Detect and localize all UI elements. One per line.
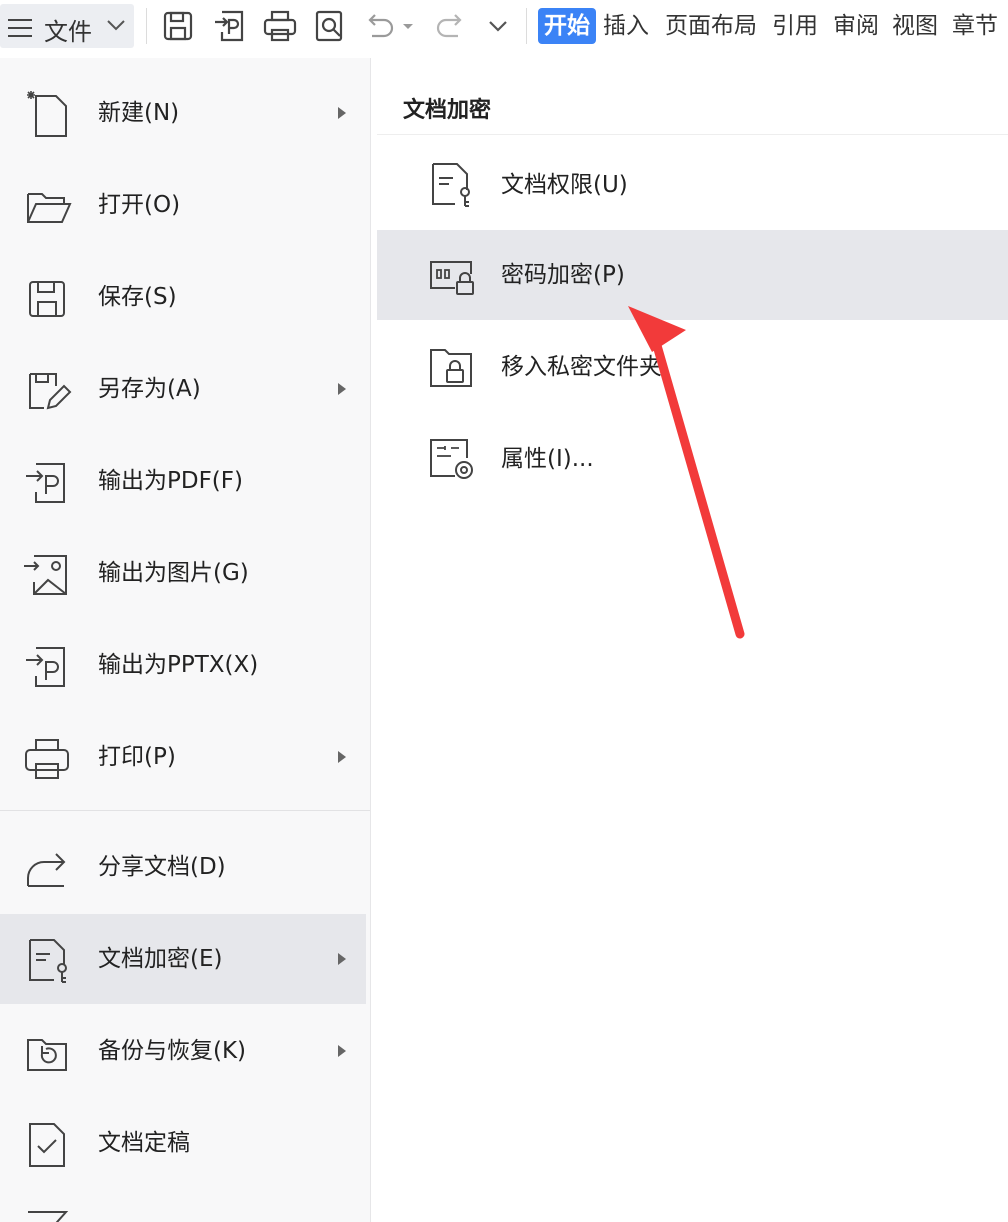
menu-item-label: 输出为图片(G) xyxy=(98,560,249,586)
menu-item-label: 输出为PDF(F) xyxy=(98,468,243,494)
tab-references[interactable]: 引用 xyxy=(772,8,818,44)
menu-item-label: 文档加密(E) xyxy=(98,946,223,972)
menu-item-new[interactable]: 新建(N) xyxy=(0,68,366,158)
tab-home[interactable]: 开始 xyxy=(538,8,596,44)
save-icon xyxy=(22,274,72,324)
file-menu-panel: 新建(N) 打开(O) 保存(S) 另存为(A) 输出为PDF(F) 输出为图片… xyxy=(0,58,371,1222)
submenu-arrow-icon xyxy=(338,1045,346,1057)
chevron-down-icon xyxy=(107,20,125,31)
export-pdf-icon[interactable] xyxy=(212,8,248,44)
submenu-divider xyxy=(377,134,1008,135)
export-pdf-icon xyxy=(22,458,72,508)
file-menu-label: 文件 xyxy=(44,18,92,46)
menu-item-label: 新建(N) xyxy=(98,100,180,126)
submenu-title: 文档加密 xyxy=(403,98,492,123)
menu-item-export-pdf[interactable]: 输出为PDF(F) xyxy=(0,436,366,526)
more-dropdown-icon[interactable] xyxy=(484,8,512,44)
backup-restore-icon xyxy=(22,1028,72,1078)
tab-insert[interactable]: 插入 xyxy=(603,8,649,44)
submenu-arrow-icon xyxy=(338,383,346,395)
submenu-item-document-permission[interactable]: 文档权限(U) xyxy=(377,140,1008,230)
undo-dropdown-icon[interactable] xyxy=(398,8,418,44)
annotation-arrow-icon xyxy=(628,306,745,639)
submenu-arrow-icon xyxy=(338,107,346,119)
private-folder-icon xyxy=(427,342,477,392)
tab-view[interactable]: 视图 xyxy=(892,8,938,44)
menu-item-label: 打印(P) xyxy=(98,744,176,770)
print-preview-icon[interactable] xyxy=(312,8,348,44)
menu-item-label: 分享文档(D) xyxy=(98,854,226,880)
quick-access-toolbar: 文件 开始 插入 页面布局 引用 审阅 视图 章节 xyxy=(0,0,1008,52)
properties-icon xyxy=(427,434,477,484)
menu-item-label: 输出为PPTX(X) xyxy=(98,652,259,678)
share-icon xyxy=(22,844,72,894)
menu-item-document-finalize[interactable]: 文档定稿 xyxy=(0,1098,366,1188)
print-icon[interactable] xyxy=(262,8,298,44)
menu-item-print[interactable]: 打印(P) xyxy=(0,712,366,802)
submenu-arrow-icon xyxy=(338,751,346,763)
document-permission-icon xyxy=(427,160,477,210)
tab-page-layout[interactable]: 页面布局 xyxy=(665,8,757,44)
menu-item-label: 文档定稿 xyxy=(98,1130,190,1156)
export-pptx-icon xyxy=(22,642,72,692)
menu-item-backup-restore[interactable]: 备份与恢复(K) xyxy=(0,1006,366,1096)
menu-item-save[interactable]: 保存(S) xyxy=(0,252,366,342)
menu-item-export-image[interactable]: 输出为图片(G) xyxy=(0,528,366,618)
menu-divider xyxy=(0,810,370,811)
new-document-icon xyxy=(22,90,72,140)
print-icon xyxy=(22,734,72,784)
export-image-icon xyxy=(22,550,72,600)
redo-icon[interactable] xyxy=(432,8,468,44)
menu-item-partial[interactable] xyxy=(0,1190,366,1222)
filter-icon xyxy=(22,1206,72,1222)
tab-chapter[interactable]: 章节 xyxy=(952,8,998,44)
submenu-arrow-icon xyxy=(338,953,346,965)
menu-item-open[interactable]: 打开(O) xyxy=(0,160,366,250)
document-key-icon xyxy=(22,936,72,986)
submenu-item-label: 文档权限(U) xyxy=(501,172,628,198)
menu-item-document-encrypt[interactable]: 文档加密(E) xyxy=(0,914,366,1004)
menu-item-label: 另存为(A) xyxy=(98,376,201,402)
submenu-item-label: 属性(I)... xyxy=(501,446,594,472)
file-menu-button[interactable]: 文件 xyxy=(0,4,134,48)
folder-open-icon xyxy=(22,182,72,232)
menu-item-export-pptx[interactable]: 输出为PPTX(X) xyxy=(0,620,366,710)
menu-item-label: 备份与恢复(K) xyxy=(98,1038,247,1064)
toolbar-divider xyxy=(526,8,527,44)
menu-item-label: 打开(O) xyxy=(98,192,181,218)
tab-review[interactable]: 审阅 xyxy=(833,8,879,44)
menu-item-share[interactable]: 分享文档(D) xyxy=(0,822,366,912)
password-lock-icon xyxy=(427,250,477,300)
menu-item-save-as[interactable]: 另存为(A) xyxy=(0,344,366,434)
document-finalize-icon xyxy=(22,1120,72,1170)
hamburger-icon xyxy=(8,19,32,37)
undo-icon[interactable] xyxy=(362,8,398,44)
menu-item-label: 保存(S) xyxy=(98,284,177,310)
save-as-icon xyxy=(22,366,72,416)
save-icon[interactable] xyxy=(160,8,196,44)
toolbar-divider xyxy=(146,8,147,44)
